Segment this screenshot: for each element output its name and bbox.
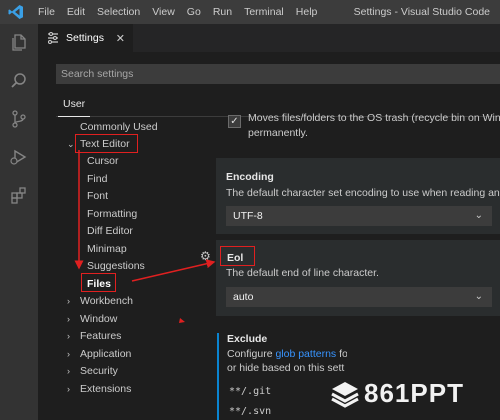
watermark-text: 861PPT xyxy=(364,378,464,408)
watermark: 861PPT xyxy=(330,378,464,409)
layers-logo-icon xyxy=(331,381,359,408)
annotation-arrows xyxy=(74,150,216,323)
